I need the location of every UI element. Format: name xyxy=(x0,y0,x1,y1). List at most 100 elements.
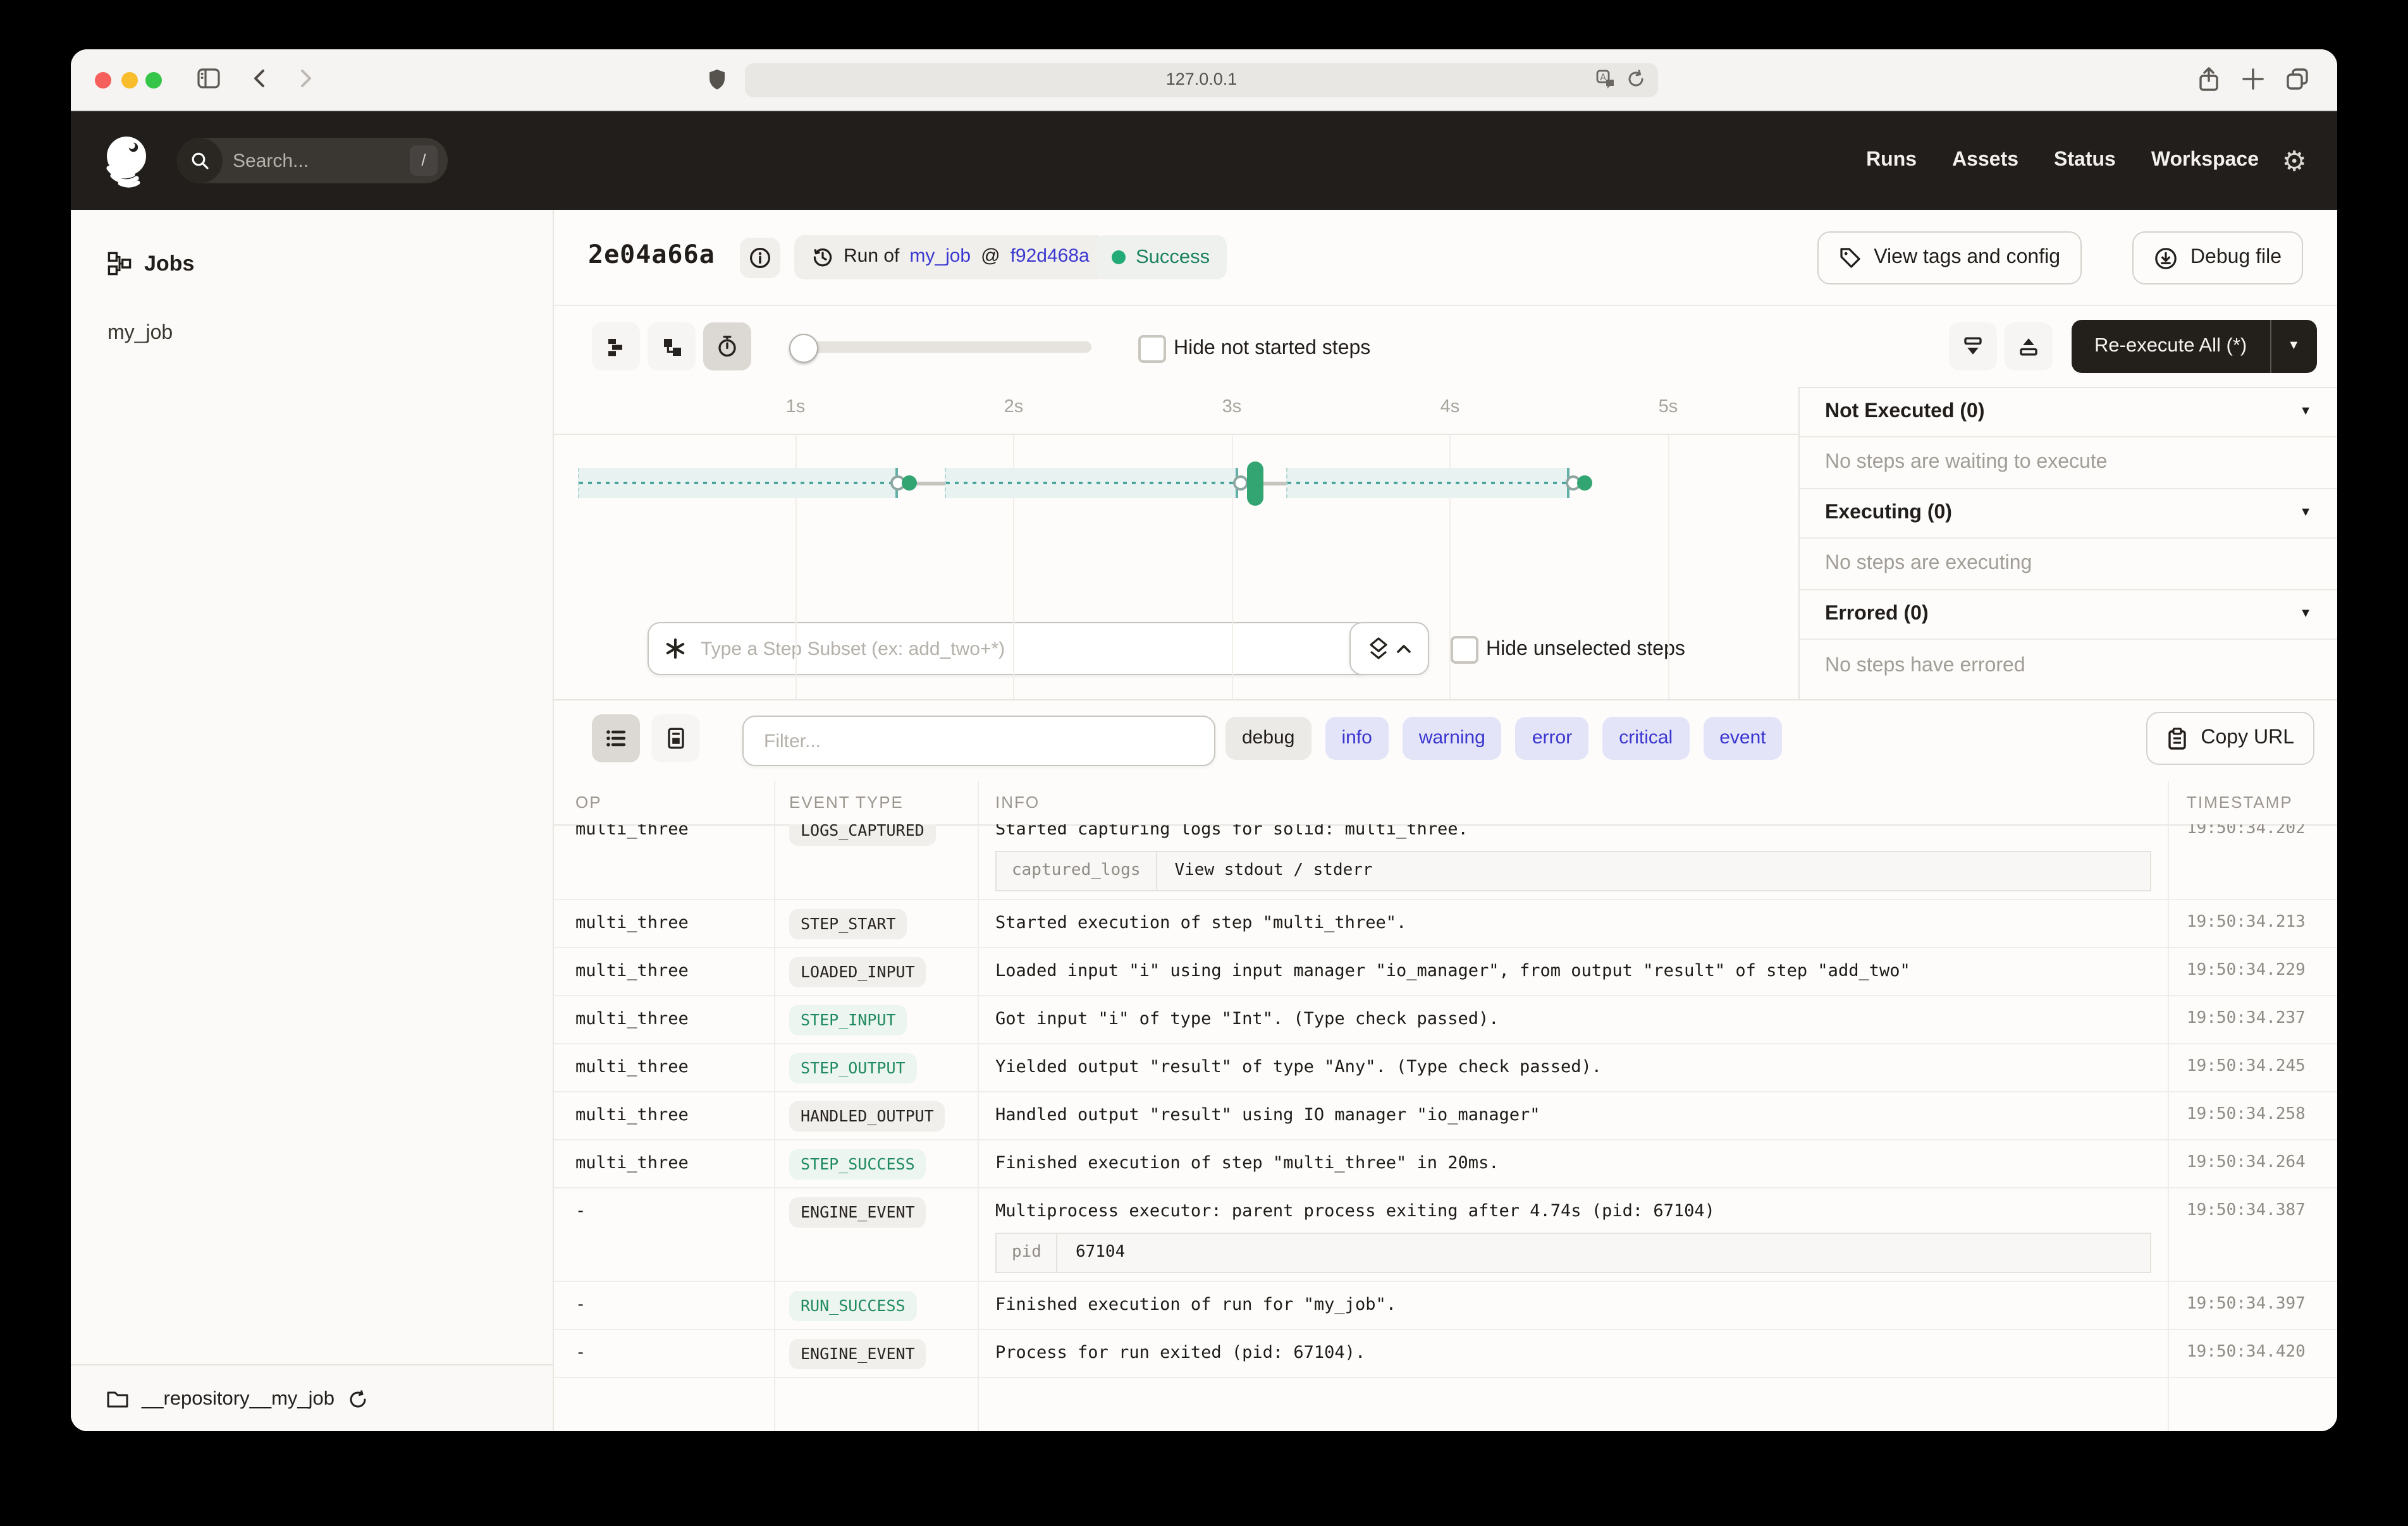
nav-item-runs[interactable]: Runs xyxy=(1866,148,1917,173)
gantt-step-span-1[interactable] xyxy=(577,468,899,498)
log-structured-view-button[interactable] xyxy=(651,714,699,762)
col-timestamp: TIMESTAMP xyxy=(2168,793,2337,814)
info-text: Yielded output "result" of type "Any". (… xyxy=(995,1057,2153,1078)
reexecute-all-button[interactable]: Re-execute All (*) ▼ xyxy=(2072,320,2316,373)
top-nav: Runs Assets Status Workspace xyxy=(1866,111,2259,210)
cell-timestamp: 19:50:34.237 xyxy=(2168,996,2337,1030)
tab-overview-icon[interactable] xyxy=(2284,66,2311,92)
table-row[interactable]: multi_threeHANDLED_OUTPUTHandled output … xyxy=(554,1092,2337,1140)
level-chip-debug[interactable]: debug xyxy=(1226,717,1311,760)
level-chip-info[interactable]: info xyxy=(1325,717,1388,760)
hide-unselected-label[interactable]: Hide unselected steps xyxy=(1486,637,1685,662)
table-row[interactable]: -RUN_SUCCESSFinished execution of run fo… xyxy=(554,1282,2337,1330)
search-input[interactable] xyxy=(223,150,395,171)
panel-section-2-header[interactable]: Executing (0)▼ xyxy=(1800,489,2337,539)
step-subset-field[interactable] xyxy=(648,622,1370,675)
level-chip-warning[interactable]: warning xyxy=(1403,717,1502,760)
apply-step-subset-button[interactable] xyxy=(1349,622,1429,675)
table-row[interactable]: multi_threeLOADED_INPUTLoaded input "i" … xyxy=(554,948,2337,996)
info-text: Process for run exited (pid: 67104). xyxy=(995,1343,2153,1364)
sidebar-item-my-job[interactable]: my_job xyxy=(108,321,173,346)
log-filter-input[interactable] xyxy=(761,729,1196,753)
gantt-waterfall-view-button[interactable] xyxy=(648,322,696,370)
table-row[interactable]: multi_threeSTEP_STARTStarted execution o… xyxy=(554,900,2337,948)
nav-item-status[interactable]: Status xyxy=(2054,148,2116,173)
hide-unselected-checkbox[interactable] xyxy=(1451,636,1478,664)
svg-text:A: A xyxy=(1600,73,1606,83)
run-info-icon[interactable] xyxy=(740,238,780,278)
tick-label: 4s xyxy=(1422,396,1478,418)
refresh-icon[interactable] xyxy=(347,1389,367,1409)
copy-url-button[interactable]: Copy URL xyxy=(2146,712,2314,765)
zoom-slider-track[interactable] xyxy=(802,341,1091,353)
table-row[interactable]: -ENGINE_EVENTProcess for run exited (pid… xyxy=(554,1330,2337,1378)
cell-timestamp: 19:50:34.387 xyxy=(2168,1188,2337,1222)
debug-file-button[interactable]: Debug file xyxy=(2132,231,2303,284)
chevron-down-icon: ▼ xyxy=(2299,607,2312,623)
status-label: Success xyxy=(1136,245,1210,270)
expand-all-icon[interactable] xyxy=(2005,322,2053,370)
cell-info: Handled output "result" using IO manager… xyxy=(978,1092,2168,1126)
level-chip-critical[interactable]: critical xyxy=(1602,717,1689,760)
view-tags-config-button[interactable]: View tags and config xyxy=(1817,231,2082,284)
zoom-slider-knob[interactable] xyxy=(789,334,818,363)
gantt-flat-view-button[interactable] xyxy=(592,322,640,370)
collapse-all-icon[interactable] xyxy=(1949,322,1997,370)
fullscreen-window-button[interactable] xyxy=(145,72,162,89)
gantt-step-span-3[interactable] xyxy=(1286,468,1570,498)
level-chip-error[interactable]: error xyxy=(1516,717,1588,760)
info-text: Loaded input "i" using input manager "io… xyxy=(995,961,2153,982)
chevron-down-icon: ▼ xyxy=(2299,506,2312,522)
gantt-timed-view-button[interactable] xyxy=(703,322,751,370)
hide-not-started-label[interactable]: Hide not started steps xyxy=(1174,336,1370,362)
table-row[interactable]: -ENGINE_EVENTMultiprocess executor: pare… xyxy=(554,1188,2337,1282)
metadata-value[interactable]: 67104 xyxy=(1058,1243,1143,1264)
gantt-marker-filled[interactable] xyxy=(1577,475,1592,491)
level-chip-event[interactable]: event xyxy=(1703,717,1782,760)
event-type-badge: RUN_SUCCESS xyxy=(789,1291,917,1321)
reexecute-dropdown-caret[interactable]: ▼ xyxy=(2270,320,2316,373)
translate-icon[interactable]: A xyxy=(1596,70,1616,90)
gantt-marker-open[interactable] xyxy=(1233,475,1248,491)
table-row[interactable]: multi_threeSTEP_OUTPUTYielded output "re… xyxy=(554,1044,2337,1092)
job-graph-icon xyxy=(108,252,132,276)
hide-not-started-checkbox[interactable] xyxy=(1138,335,1166,363)
log-list-view-button[interactable] xyxy=(592,714,640,762)
url-bar[interactable]: 127.0.0.1 A xyxy=(745,63,1658,97)
step-subset-input[interactable] xyxy=(698,637,1353,661)
panel-section-1-header[interactable]: Not Executed (0)▼ xyxy=(1800,388,2337,437)
col-event-type: EVENT TYPE xyxy=(774,793,978,814)
jobs-title: Jobs xyxy=(144,250,194,278)
global-search[interactable]: / xyxy=(177,138,448,183)
close-window-button[interactable] xyxy=(95,72,111,89)
tick-label: 3s xyxy=(1204,396,1260,418)
minimize-window-button[interactable] xyxy=(121,72,138,89)
gantt-step-span-2[interactable] xyxy=(945,468,1238,498)
reload-icon[interactable] xyxy=(1626,70,1645,90)
dagster-logo[interactable] xyxy=(99,133,154,188)
sidebar-toggle-icon[interactable] xyxy=(196,66,221,91)
cell-op: multi_three xyxy=(554,1044,774,1078)
panel-section-3-header[interactable]: Errored (0)▼ xyxy=(1800,590,2337,640)
new-tab-icon[interactable] xyxy=(2241,67,2265,91)
gantt-marker-bar[interactable] xyxy=(1246,461,1263,506)
repository-name[interactable]: __repository__my_job xyxy=(142,1387,335,1412)
search-icon xyxy=(177,138,223,183)
share-icon[interactable] xyxy=(2196,66,2222,94)
forward-icon[interactable] xyxy=(293,67,316,90)
log-filter-field[interactable] xyxy=(742,716,1215,766)
table-row[interactable]: multi_threeLOGS_CAPTUREDStarted capturin… xyxy=(554,824,2337,900)
table-row[interactable]: multi_threeSTEP_SUCCESSFinished executio… xyxy=(554,1140,2337,1188)
job-link[interactable]: my_job xyxy=(909,245,971,269)
snapshot-link[interactable]: f92d468a xyxy=(1010,245,1090,269)
cell-info: Process for run exited (pid: 67104). xyxy=(978,1330,2168,1364)
cell-event-type: STEP_START xyxy=(774,900,978,939)
cell-op: multi_three xyxy=(554,1092,774,1126)
nav-item-assets[interactable]: Assets xyxy=(1952,148,2018,173)
gear-icon[interactable]: ⚙ xyxy=(2282,144,2307,179)
metadata-value[interactable]: View stdout / stderr xyxy=(1157,861,1391,882)
nav-item-workspace[interactable]: Workspace xyxy=(2151,148,2259,173)
gantt-marker-filled[interactable] xyxy=(902,475,917,491)
back-icon[interactable] xyxy=(249,67,272,90)
table-row[interactable]: multi_threeSTEP_INPUTGot input "i" of ty… xyxy=(554,996,2337,1044)
